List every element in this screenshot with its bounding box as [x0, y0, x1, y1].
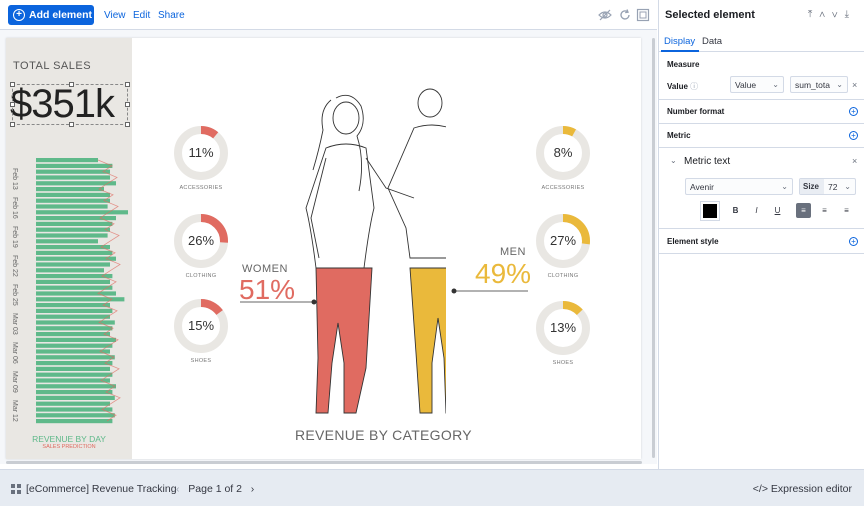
footer-bar: [eCommerce] Revenue Tracking ‹ Page 1 of… — [0, 469, 864, 506]
code-icon: </> — [752, 483, 768, 495]
edit-menu[interactable]: Edit — [133, 10, 150, 21]
move-down-icon[interactable]: ∨ — [832, 9, 845, 20]
donut-percentage: 11% — [188, 145, 214, 160]
remove-icon[interactable]: × — [852, 80, 857, 90]
tab-indicator — [661, 50, 699, 52]
italic-button[interactable]: I — [749, 203, 764, 218]
donut-category-label: SHOES — [552, 360, 574, 366]
revenue-by-category-title: REVENUE BY CATEGORY — [295, 427, 472, 443]
workpad-grid-icon — [11, 484, 21, 494]
workpad-name[interactable]: [eCommerce] Revenue Tracking — [26, 483, 177, 495]
metric-text-title: Metric text — [684, 156, 731, 167]
measure-section-title: Measure — [667, 60, 700, 69]
prev-page-icon[interactable]: ‹ — [176, 483, 180, 495]
sales-prediction-label: SALES PREDICTION — [42, 444, 96, 450]
divider — [659, 99, 864, 100]
font-select[interactable]: Avenir ⌄ — [685, 178, 793, 195]
divider — [659, 147, 864, 148]
expression-editor-button[interactable]: </> Expression editor — [753, 483, 852, 495]
donut-percentage: 27% — [549, 233, 577, 248]
divider — [659, 123, 864, 124]
add-element-label: Add element — [29, 9, 93, 21]
bold-button[interactable]: B — [728, 203, 743, 218]
refresh-icon[interactable] — [618, 8, 632, 22]
expression-editor-label: Expression editor — [770, 483, 852, 495]
text-color-swatch[interactable] — [701, 202, 719, 220]
workpad-canvas[interactable]: TOTAL SALES $351k Feb 13 Feb 16 Feb 19 Feb … — [0, 30, 657, 464]
donut-category-label: CLOTHING — [547, 273, 579, 279]
divider — [659, 253, 864, 254]
chevron-down-icon: ⌄ — [781, 182, 788, 191]
element-style-title[interactable]: Element style — [667, 237, 719, 246]
underline-button[interactable]: U — [770, 203, 785, 218]
donut-percentage: 15% — [187, 318, 215, 333]
plus-icon: + — [13, 9, 25, 21]
move-up-icon[interactable]: ∧ — [819, 9, 832, 20]
next-page-icon[interactable]: › — [251, 483, 255, 495]
size-value: 72 — [828, 182, 838, 192]
add-metric-icon[interactable]: + — [849, 131, 858, 140]
align-right-button[interactable]: ≡ — [839, 203, 854, 218]
chevron-down-icon[interactable]: ⌄ — [670, 156, 677, 165]
metric-title[interactable]: Metric — [667, 131, 691, 140]
page-label[interactable]: Page 1 of 2 — [188, 483, 242, 495]
tab-display[interactable]: Display — [664, 36, 695, 47]
vertical-scrollbar[interactable] — [652, 38, 655, 458]
donut-category-label: CLOTHING — [185, 273, 217, 279]
add-element-button[interactable]: + Add element — [8, 5, 94, 25]
revenue-by-day-label: REVENUE BY DAY — [32, 434, 106, 444]
field-select[interactable]: sum_tota ⌄ — [790, 76, 848, 93]
donut-category-label: SHOES — [190, 358, 212, 364]
donut-percentage: 8% — [553, 145, 573, 160]
size-select[interactable]: Size 72 ⌄ — [799, 178, 856, 195]
chevron-down-icon: ⌄ — [844, 182, 851, 191]
add-number-format-icon[interactable]: + — [849, 107, 858, 116]
value-label: Value ⓘ — [667, 82, 699, 91]
top-toolbar: + Add element View Edit Share — [0, 0, 657, 30]
share-menu[interactable]: Share — [158, 10, 185, 21]
donut-percentage: 13% — [549, 320, 577, 335]
move-top-icon[interactable]: ⤒ — [808, 9, 819, 20]
donut-category-label: ACCESSORIES — [179, 185, 223, 191]
revenue-bar — [36, 419, 113, 424]
layer-arrows[interactable]: ⤒∧∨⤓ — [808, 9, 856, 20]
selected-element-panel: Selected element ⤒∧∨⤓ Display Data Measu… — [658, 0, 864, 469]
horizontal-scrollbar[interactable] — [6, 461, 642, 464]
hide-icon[interactable] — [598, 8, 612, 22]
chevron-down-icon: ⌄ — [772, 80, 779, 89]
panel-tabs: Display Data — [659, 30, 864, 52]
panel-title: Selected element — [665, 9, 755, 21]
divider — [659, 228, 864, 229]
info-icon: ⓘ — [690, 82, 699, 91]
view-menu[interactable]: View — [104, 10, 126, 21]
align-center-button[interactable]: ≡ — [817, 203, 832, 218]
donut-percentage: 26% — [187, 233, 215, 248]
tab-data[interactable]: Data — [702, 36, 722, 47]
fullscreen-icon[interactable] — [636, 8, 650, 22]
chevron-down-icon: ⌄ — [836, 80, 843, 89]
size-label: Size — [800, 179, 824, 194]
move-bottom-icon[interactable]: ⤓ — [845, 9, 856, 20]
remove-icon[interactable]: × — [852, 156, 857, 166]
donut-category-label: ACCESSORIES — [541, 185, 585, 191]
number-format-title[interactable]: Number format — [667, 107, 724, 116]
workpad-page[interactable]: TOTAL SALES $351k Feb 13 Feb 16 Feb 19 Feb … — [6, 38, 641, 459]
page-nav: ‹ Page 1 of 2 › — [176, 483, 254, 495]
add-element-style-icon[interactable]: + — [849, 237, 858, 246]
value-select[interactable]: Value ⌄ — [730, 76, 784, 93]
align-left-button[interactable]: ≡ — [796, 203, 811, 218]
